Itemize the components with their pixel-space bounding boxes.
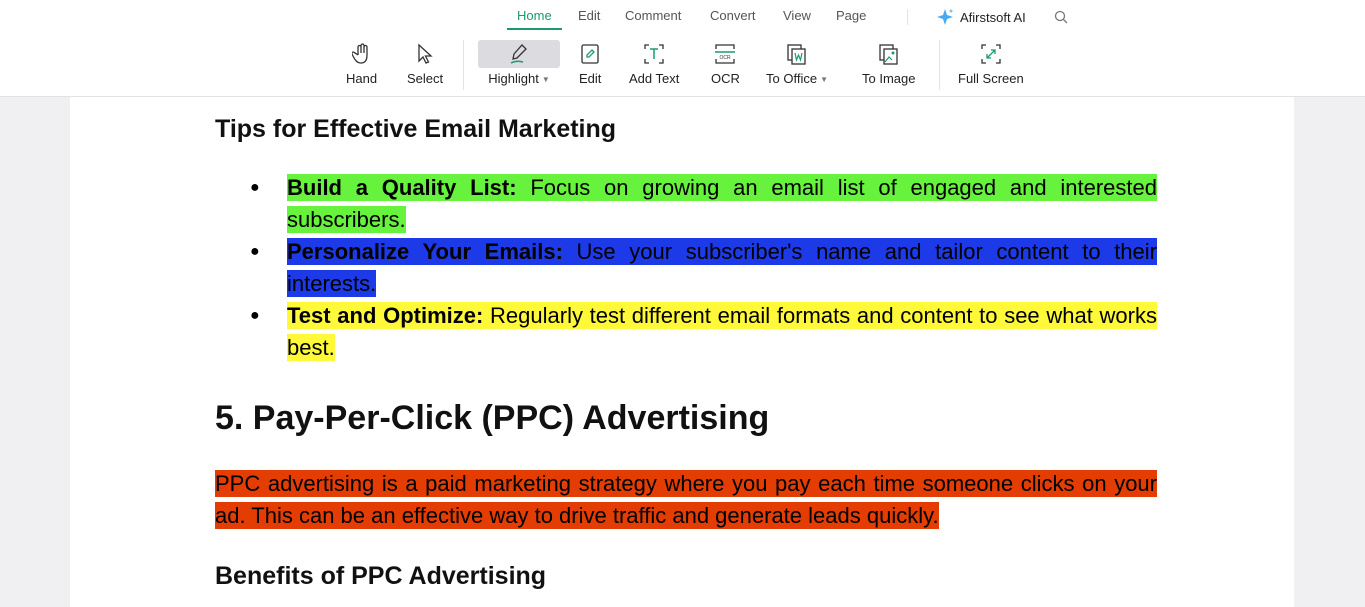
add-text-icon bbox=[644, 44, 664, 64]
sparkle-icon bbox=[937, 9, 953, 25]
highlighter-icon bbox=[510, 44, 527, 64]
full-screen-icon bbox=[981, 44, 1001, 64]
tab-comment[interactable]: Comment bbox=[625, 8, 681, 23]
to-image-icon bbox=[879, 44, 898, 65]
to-image-button[interactable]: To Image bbox=[862, 40, 915, 92]
highlighted-text: Build a Quality List: Focus on growing a… bbox=[287, 174, 1158, 233]
tab-page[interactable]: Page bbox=[836, 8, 866, 23]
select-button[interactable]: Select bbox=[407, 40, 443, 92]
section-heading: Tips for Effective Email Marketing bbox=[215, 115, 617, 143]
full-screen-label: Full Screen bbox=[958, 71, 1024, 86]
edit-label: Edit bbox=[579, 71, 602, 86]
svg-text:OCR: OCR bbox=[720, 55, 732, 61]
list-item: Test and Optimize: Regularly test differ… bbox=[250, 300, 1157, 364]
dropdown-caret-icon: ▼ bbox=[820, 75, 828, 85]
paragraph: PPC advertising is a paid marketing stra… bbox=[215, 468, 1157, 532]
edit-document-icon bbox=[581, 44, 599, 64]
chapter-heading: 5. Pay-Per-Click (PPC) Advertising bbox=[215, 399, 770, 437]
search-icon[interactable] bbox=[1054, 10, 1068, 24]
document-page: Tips for Effective Email Marketing Build… bbox=[70, 97, 1294, 607]
add-text-button[interactable]: Add Text bbox=[629, 40, 679, 92]
to-office-label: To Office ▼ bbox=[766, 71, 828, 86]
list-item: Personalize Your Emails: Use your subscr… bbox=[250, 236, 1157, 300]
highlighted-text: PPC advertising is a paid marketing stra… bbox=[215, 470, 1157, 529]
tips-list: Build a Quality List: Focus on growing a… bbox=[250, 172, 1158, 364]
to-office-icon bbox=[787, 44, 806, 65]
highlight-label: Highlight ▼ bbox=[488, 71, 550, 86]
tab-view[interactable]: View bbox=[783, 8, 811, 23]
ocr-label: OCR bbox=[711, 71, 740, 86]
highlighted-text: Personalize Your Emails: Use your subscr… bbox=[287, 238, 1157, 297]
divider bbox=[907, 9, 908, 25]
highlighted-text: Test and Optimize: Regularly test differ… bbox=[287, 302, 1157, 361]
tab-convert[interactable]: Convert bbox=[710, 8, 756, 23]
to-office-button[interactable]: To Office ▼ bbox=[766, 40, 828, 92]
hand-icon bbox=[351, 43, 368, 64]
select-label: Select bbox=[407, 71, 444, 86]
divider bbox=[463, 40, 464, 90]
to-image-label: To Image bbox=[862, 71, 916, 86]
subsection-heading: Benefits of PPC Advertising bbox=[215, 562, 547, 590]
hand-button[interactable]: Hand bbox=[346, 40, 377, 92]
tab-edit[interactable]: Edit bbox=[578, 8, 600, 23]
dropdown-caret-icon: ▼ bbox=[541, 75, 550, 85]
list-item: Build a Quality List: Focus on growing a… bbox=[250, 172, 1158, 236]
full-screen-button[interactable]: Full Screen bbox=[958, 40, 1024, 92]
tab-home[interactable]: Home bbox=[507, 8, 562, 30]
ai-button[interactable]: Afirstsoft AI bbox=[936, 8, 1026, 26]
ocr-button[interactable]: OCR OCR bbox=[711, 40, 740, 92]
divider bbox=[939, 40, 940, 90]
toolbar-area: Home Edit Comment Convert View Page Afir… bbox=[0, 0, 1365, 97]
edit-button[interactable]: Edit bbox=[579, 40, 601, 92]
add-text-label: Add Text bbox=[629, 71, 680, 86]
ai-label: Afirstsoft AI bbox=[960, 9, 1026, 25]
highlight-button[interactable]: Highlight ▼ bbox=[478, 40, 560, 92]
ocr-icon: OCR bbox=[715, 44, 736, 64]
cursor-icon bbox=[418, 43, 433, 64]
hand-label: Hand bbox=[346, 71, 378, 86]
